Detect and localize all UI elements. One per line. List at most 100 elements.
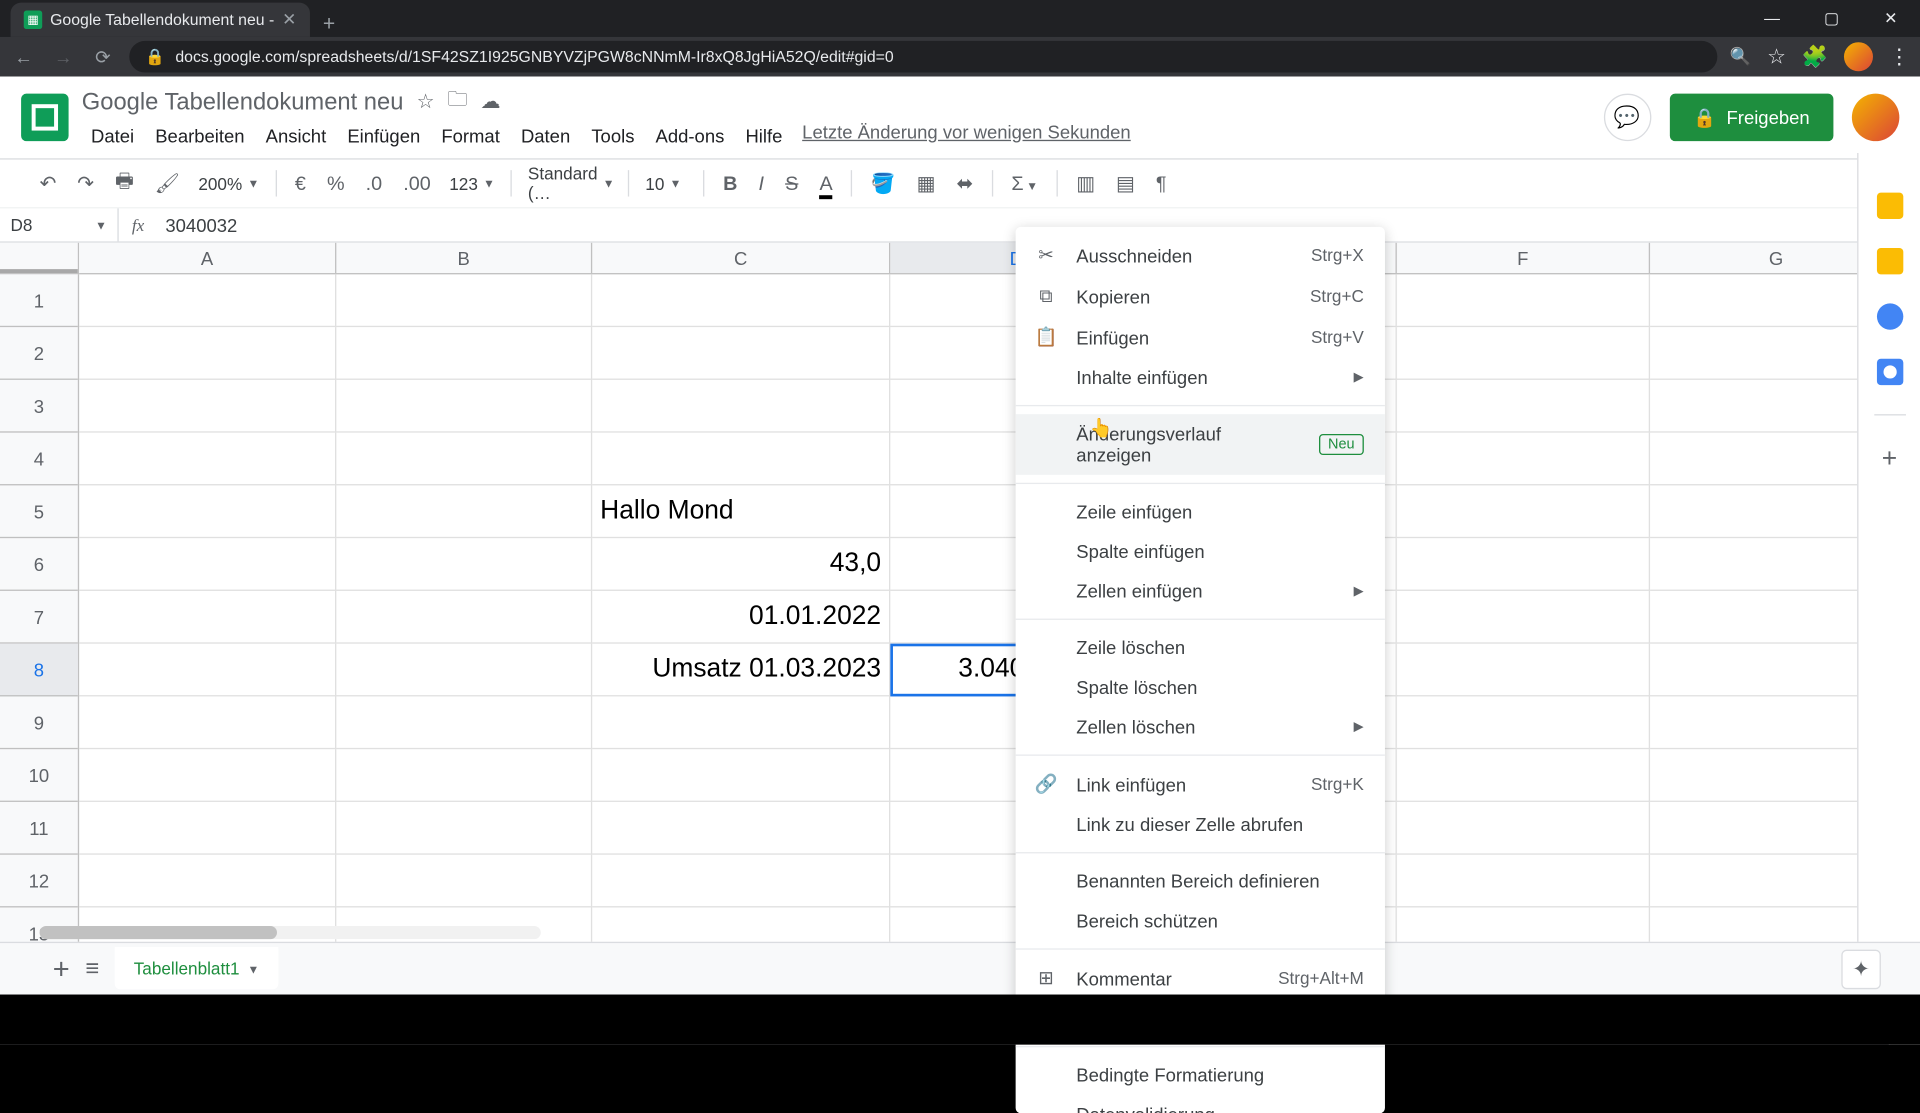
star-icon[interactable]: ☆ xyxy=(417,90,435,114)
row-header-3[interactable]: 3 xyxy=(0,380,78,433)
rtl-button[interactable]: ¶ xyxy=(1148,167,1174,200)
col-header-C[interactable]: C xyxy=(592,243,890,273)
cell-F8[interactable] xyxy=(1397,644,1650,697)
menu-tools[interactable]: Tools xyxy=(582,121,644,150)
ctx-kommentar[interactable]: ⊞KommentarStrg+Alt+M xyxy=(1016,958,1385,999)
cell-C7[interactable]: 01.01.2022 xyxy=(592,591,890,644)
bold-button[interactable]: B xyxy=(715,167,745,200)
bookmark-icon[interactable]: ☆ xyxy=(1767,44,1786,70)
paint-format-button[interactable]: 🖌 xyxy=(147,166,188,200)
cell-F4[interactable] xyxy=(1397,433,1650,486)
add-addon-icon[interactable]: + xyxy=(1882,445,1897,475)
menu-addons[interactable]: Add-ons xyxy=(646,121,733,150)
fill-color-button[interactable]: 🪣 xyxy=(863,166,903,200)
zoom-reset-icon[interactable]: 🔍 xyxy=(1730,46,1751,67)
row-header-11[interactable]: 11 xyxy=(0,802,78,855)
cell-B5[interactable] xyxy=(336,485,592,538)
cell-A7[interactable] xyxy=(79,591,336,644)
comments-button[interactable]: 💬 xyxy=(1603,94,1650,141)
cell-B3[interactable] xyxy=(336,380,592,433)
sheets-logo-icon[interactable] xyxy=(21,94,68,141)
column-headers[interactable]: ABCDEFG xyxy=(79,243,1920,275)
row-header-6[interactable]: 6 xyxy=(0,538,78,591)
share-button[interactable]: 🔒 Freigeben xyxy=(1669,94,1833,141)
cell-B10[interactable] xyxy=(336,749,592,802)
row-header-4[interactable]: 4 xyxy=(0,433,78,486)
menu-bearbeiten[interactable]: Bearbeiten xyxy=(146,121,254,150)
menu-einfuegen[interactable]: Einfügen xyxy=(338,121,429,150)
filter-view-button[interactable]: ▤ xyxy=(1108,166,1143,200)
filter-button[interactable]: ▥ xyxy=(1068,166,1103,200)
select-all-corner[interactable] xyxy=(0,243,79,275)
cell-A8[interactable] xyxy=(79,644,336,697)
strike-button[interactable]: S xyxy=(777,167,806,200)
cell-F11[interactable] xyxy=(1397,802,1650,855)
ctx-zeile-l-schen[interactable]: Zeile löschen xyxy=(1016,628,1385,668)
row-header-10[interactable]: 10 xyxy=(0,749,78,802)
browser-avatar[interactable] xyxy=(1844,42,1873,71)
cell-F5[interactable] xyxy=(1397,485,1650,538)
cell-F1[interactable] xyxy=(1397,274,1650,327)
menu-daten[interactable]: Daten xyxy=(512,121,580,150)
cell-A10[interactable] xyxy=(79,749,336,802)
cell-B1[interactable] xyxy=(336,274,592,327)
add-sheet-button[interactable]: + xyxy=(53,952,70,986)
ctx-einf-gen[interactable]: 📋EinfügenStrg+V xyxy=(1016,317,1385,358)
calendar-icon[interactable] xyxy=(1876,193,1902,219)
ctx-zellen-l-schen[interactable]: Zellen löschen▶ xyxy=(1016,707,1385,747)
ctx-benannten-bereich-definieren[interactable]: Benannten Bereich definieren xyxy=(1016,861,1385,901)
number-format-combo[interactable]: 123▼ xyxy=(444,173,500,193)
name-box[interactable]: D8▼ xyxy=(0,208,119,241)
doc-title[interactable]: Google Tabellendokument neu xyxy=(82,88,404,116)
cell-C2[interactable] xyxy=(592,327,890,380)
all-sheets-button[interactable]: ≡ xyxy=(86,955,100,983)
nav-reload-icon[interactable]: ⟳ xyxy=(90,46,116,68)
cell-A2[interactable] xyxy=(79,327,336,380)
cell-B4[interactable] xyxy=(336,433,592,486)
borders-button[interactable]: ▦ xyxy=(909,166,944,200)
window-maximize[interactable]: ▢ xyxy=(1802,0,1861,37)
menu-format[interactable]: Format xyxy=(432,121,509,150)
menu-datei[interactable]: Datei xyxy=(82,121,144,150)
contacts-icon[interactable] xyxy=(1876,359,1902,385)
functions-button[interactable]: Σ▼ xyxy=(1003,167,1045,200)
undo-button[interactable]: ↶ xyxy=(32,166,64,200)
cell-F7[interactable] xyxy=(1397,591,1650,644)
cell-F9[interactable] xyxy=(1397,696,1650,749)
cell-C12[interactable] xyxy=(592,855,890,908)
account-avatar[interactable] xyxy=(1852,94,1899,141)
cell-B7[interactable] xyxy=(336,591,592,644)
keep-icon[interactable] xyxy=(1876,248,1902,274)
ctx-kopieren[interactable]: ⧉KopierenStrg+C xyxy=(1016,276,1385,317)
ctx-link-zu-dieser-zelle-abrufen[interactable]: Link zu dieser Zelle abrufen xyxy=(1016,805,1385,845)
ctx-datenvalidierung[interactable]: Datenvalidierung xyxy=(1016,1095,1385,1113)
cell-C3[interactable] xyxy=(592,380,890,433)
cell-C8[interactable]: Umsatz 01.03.2023 xyxy=(592,644,890,697)
row-header-1[interactable]: 1 xyxy=(0,274,78,327)
cell-B2[interactable] xyxy=(336,327,592,380)
horizontal-scrollbar[interactable] xyxy=(40,926,541,939)
cell-F10[interactable] xyxy=(1397,749,1650,802)
font-combo[interactable]: Standard (…▼ xyxy=(523,164,618,204)
row-header-9[interactable]: 9 xyxy=(0,696,78,749)
increase-decimal-button[interactable]: .00 xyxy=(395,167,438,200)
col-header-B[interactable]: B xyxy=(336,243,592,273)
nav-forward-icon[interactable]: → xyxy=(50,46,76,67)
ctx-zeile-einf-gen[interactable]: Zeile einfügen xyxy=(1016,492,1385,532)
cell-A6[interactable] xyxy=(79,538,336,591)
cell-B6[interactable] xyxy=(336,538,592,591)
cells-area[interactable]: Hallo Mond43,001.01.2022Umsatz 01.03.202… xyxy=(79,274,1920,978)
cell-F12[interactable] xyxy=(1397,855,1650,908)
cell-A11[interactable] xyxy=(79,802,336,855)
cell-A9[interactable] xyxy=(79,696,336,749)
ctx-inhalte-einf-gen[interactable]: Inhalte einfügen▶ xyxy=(1016,357,1385,397)
new-tab-button[interactable]: + xyxy=(310,13,349,37)
tab-close-icon[interactable]: ✕ xyxy=(282,9,296,30)
row-header-12[interactable]: 12 xyxy=(0,855,78,908)
row-header-8[interactable]: 8 xyxy=(0,644,78,697)
cell-B11[interactable] xyxy=(336,802,592,855)
browser-tab[interactable]: ▦ Google Tabellendokument neu - ✕ xyxy=(11,3,310,37)
ctx-bereich-sch-tzen[interactable]: Bereich schützen xyxy=(1016,901,1385,941)
decrease-decimal-button[interactable]: .0 xyxy=(358,167,390,200)
move-icon[interactable]: 🗀 xyxy=(448,85,468,118)
